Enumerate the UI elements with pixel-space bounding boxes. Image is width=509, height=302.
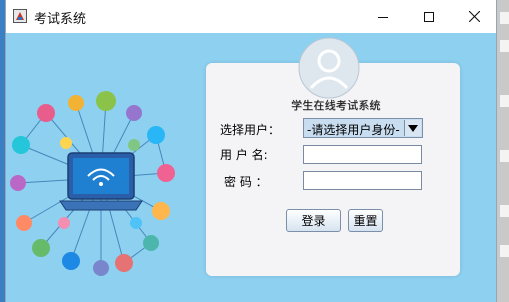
close-icon [468,11,480,22]
login-button[interactable]: 登录 [286,209,341,232]
app-window: 考试系统 学生在线考试系统 选择用户： -请选择用户身份- 用 户 名: 密 码… [5,0,497,302]
close-button[interactable] [451,0,497,33]
minimize-icon [378,16,388,18]
dropdown-arrow-button[interactable] [404,120,421,136]
title-bar[interactable]: 考试系统 [6,0,496,33]
maximize-icon [424,11,434,22]
desktop-background-right [497,0,509,302]
username-input[interactable] [303,145,422,164]
maximize-button[interactable] [406,0,452,33]
system-subtitle: 学生在线考试系统 [291,99,381,112]
dropdown-arrow-icon [408,124,418,132]
username-label: 用 户 名: [220,148,268,162]
user-avatar-icon [298,37,360,99]
role-select[interactable]: -请选择用户身份- [303,118,423,138]
window-title: 考试系统 [34,12,87,27]
minimize-button[interactable] [360,0,406,33]
network-illustration-icon [10,91,175,276]
laptop-wifi-icon [59,152,143,211]
role-label: 选择用户： [220,123,281,137]
password-label: 密 码 ： [224,175,268,189]
role-select-value: -请选择用户身份- [307,123,400,137]
reset-button[interactable]: 重置 [348,209,383,232]
client-area: 学生在线考试系统 选择用户： -请选择用户身份- 用 户 名: 密 码 ： 登录… [6,33,496,302]
app-icon [13,9,27,23]
password-input[interactable] [303,171,422,190]
